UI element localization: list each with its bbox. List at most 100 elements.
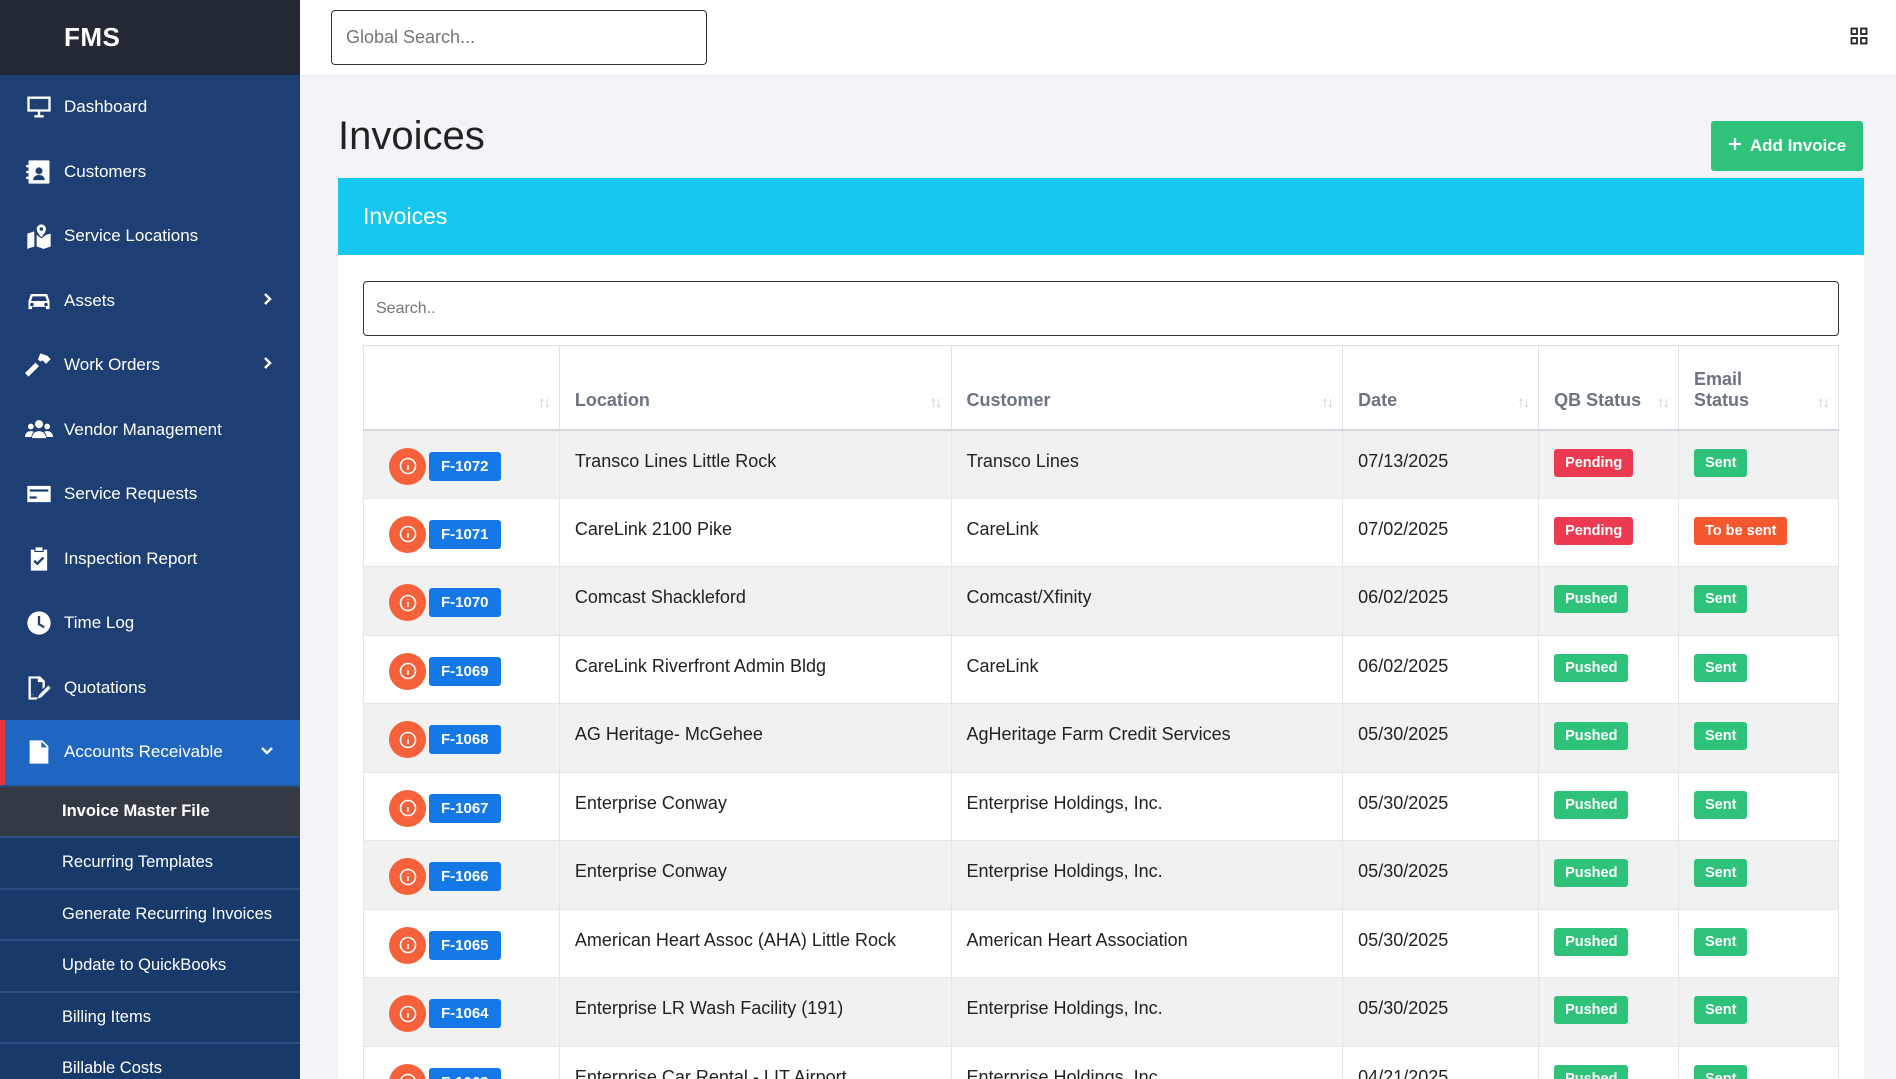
location-cell: Enterprise Car Rental - LIT Airport xyxy=(558,1045,952,1079)
invoices-table: ↑↓ Location ↑↓ Customer ↑↓ Date ↑↓ QB Statu… xyxy=(363,345,1839,1079)
row-actions-cell: F-1066 xyxy=(363,840,560,910)
info-icon[interactable] xyxy=(389,1063,426,1079)
qb-status-badge: Pushed xyxy=(1554,927,1629,956)
table-row[interactable]: F-1072 Transco Lines Little Rock Transco L… xyxy=(363,429,1839,499)
email-status-cell: Sent xyxy=(1678,840,1839,910)
info-icon[interactable] xyxy=(389,721,426,758)
table-row[interactable]: F-1070 Comcast Shackleford Comcast/Xfinity… xyxy=(363,566,1839,636)
invoice-number-badge[interactable]: F-1067 xyxy=(429,793,501,823)
table-row[interactable]: F-1071 CareLink 2100 Pike CareLink 07/02/20… xyxy=(363,497,1839,567)
credit-card-icon xyxy=(24,479,54,509)
sidebar-item-service-locations[interactable]: Service Locations xyxy=(0,204,300,269)
sort-icon: ↑↓ xyxy=(1657,393,1670,411)
sidebar-item-accounts-receivable[interactable]: Accounts Receivable xyxy=(0,720,300,785)
invoice-number-badge[interactable]: F-1065 xyxy=(429,930,501,960)
info-icon[interactable] xyxy=(389,447,426,485)
hammer-icon xyxy=(24,350,54,380)
email-status-cell: Sent xyxy=(1678,566,1839,636)
qb-status-badge: Pushed xyxy=(1554,859,1629,887)
brand-logo-text[interactable]: FMS xyxy=(64,22,120,53)
email-status-badge: Sent xyxy=(1694,722,1748,750)
clock-icon xyxy=(24,608,54,638)
apps-grid-icon[interactable] xyxy=(1850,27,1868,45)
monitor-icon xyxy=(24,92,54,122)
invoice-number-badge[interactable]: F-1071 xyxy=(429,519,501,549)
date-cell: 07/13/2025 xyxy=(1342,429,1540,499)
map-location-icon xyxy=(24,221,54,251)
sidebar-subitem-recurring-templates[interactable]: Recurring Templates xyxy=(0,836,300,888)
table-row[interactable]: F-1063 Enterprise Car Rental - LIT Airpor… xyxy=(363,1045,1839,1079)
sidebar-item-vendor-management[interactable]: Vendor Management xyxy=(0,398,300,463)
qb-status-cell: Pushed xyxy=(1538,566,1680,636)
sidebar-subitem-update-to-quickbooks[interactable]: Update to QuickBooks xyxy=(0,939,300,991)
signature-icon xyxy=(24,673,54,703)
sidebar-subitem-billable-costs[interactable]: Billable Costs xyxy=(0,1042,300,1079)
date-cell: 05/30/2025 xyxy=(1342,703,1540,773)
invoice-number-badge[interactable]: F-1072 xyxy=(429,451,501,481)
column-header-actions[interactable]: ↑↓ xyxy=(363,345,560,431)
date-cell: 04/21/2025 xyxy=(1342,1045,1540,1079)
table-row[interactable]: F-1066 Enterprise Conway Enterprise Holdin… xyxy=(363,840,1839,910)
email-status-badge: To be sent xyxy=(1694,516,1788,545)
sidebar-item-label: Assets xyxy=(64,290,116,310)
info-icon[interactable] xyxy=(389,789,426,827)
sidebar-item-customers[interactable]: Customers xyxy=(0,140,300,205)
sort-icon: ↑↓ xyxy=(1321,393,1334,411)
sidebar-item-time-log[interactable]: Time Log xyxy=(0,591,300,656)
column-header-location[interactable]: Location ↑↓ xyxy=(558,345,952,431)
table-search-input[interactable] xyxy=(363,281,1839,336)
email-status-badge: Sent xyxy=(1694,859,1748,887)
column-header-date[interactable]: Date ↑↓ xyxy=(1342,345,1540,431)
qb-status-cell: Pending xyxy=(1538,497,1680,567)
info-icon[interactable] xyxy=(389,926,426,964)
invoice-number-badge[interactable]: F-1068 xyxy=(429,725,501,754)
location-cell: Enterprise LR Wash Facility (191) xyxy=(558,977,952,1047)
table-row[interactable]: F-1069 CareLink Riverfront Admin Bldg Care… xyxy=(363,634,1839,704)
sidebar-item-work-orders[interactable]: Work Orders xyxy=(0,333,300,398)
location-cell: CareLink Riverfront Admin Bldg xyxy=(558,634,952,704)
email-status-cell: Sent xyxy=(1678,634,1839,704)
info-icon[interactable] xyxy=(389,652,426,690)
sidebar-item-assets[interactable]: Assets xyxy=(0,269,300,334)
column-header-email-status[interactable]: Email Status ↑↓ xyxy=(1678,345,1839,431)
invoice-number-badge[interactable]: F-1066 xyxy=(429,862,501,891)
chevron-down-icon xyxy=(260,742,274,762)
info-icon[interactable] xyxy=(389,858,426,895)
info-icon[interactable] xyxy=(389,515,426,553)
sort-icon: ↑↓ xyxy=(1517,393,1530,411)
table-row[interactable]: F-1068 AG Heritage- McGehee AgHeritage Far… xyxy=(363,703,1839,773)
sidebar-item-dashboard[interactable]: Dashboard xyxy=(0,75,300,140)
sidebar-subitem-generate-recurring-invoices[interactable]: Generate Recurring Invoices xyxy=(0,887,300,939)
global-search-input[interactable] xyxy=(331,10,707,65)
add-invoice-label: Add Invoice xyxy=(1749,136,1847,155)
sidebar-subitem-invoice-master-file[interactable]: Invoice Master File xyxy=(0,784,300,836)
sidebar-item-quotations[interactable]: Quotations xyxy=(0,656,300,721)
table-row[interactable]: F-1064 Enterprise LR Wash Facility (191) E… xyxy=(363,977,1839,1047)
invoice-number-badge[interactable]: F-1069 xyxy=(429,656,501,686)
info-icon[interactable] xyxy=(389,584,426,621)
column-header-customer[interactable]: Customer ↑↓ xyxy=(950,345,1344,431)
sort-icon: ↑↓ xyxy=(537,393,551,411)
date-cell: 06/02/2025 xyxy=(1342,634,1540,704)
sort-icon: ↑↓ xyxy=(929,393,943,411)
sidebar-item-inspection-report[interactable]: Inspection Report xyxy=(0,527,300,592)
invoice-number-badge[interactable]: F-1063 xyxy=(429,1067,501,1079)
invoice-number-badge[interactable]: F-1064 xyxy=(429,999,501,1028)
info-icon[interactable] xyxy=(389,995,426,1032)
customer-cell: Enterprise Holdings, Inc. xyxy=(950,1045,1344,1079)
qb-status-cell: Pending xyxy=(1538,429,1680,499)
sidebar-subitem-billing-items[interactable]: Billing Items xyxy=(0,990,300,1042)
email-status-badge: Sent xyxy=(1694,653,1748,682)
sort-icon: ↑↓ xyxy=(1817,393,1830,411)
chevron-right-icon xyxy=(260,291,274,311)
invoice-number-badge[interactable]: F-1070 xyxy=(429,588,501,617)
sidebar-item-label: Customers xyxy=(64,161,147,181)
column-header-qb-status[interactable]: QB Status ↑↓ xyxy=(1538,345,1680,431)
table-row[interactable]: F-1065 American Heart Assoc (AHA) Little … xyxy=(363,908,1839,978)
table-row[interactable]: F-1067 Enterprise Conway Enterprise Holdin… xyxy=(363,771,1839,841)
add-invoice-button[interactable]: Add Invoice xyxy=(1711,121,1863,171)
email-status-badge: Sent xyxy=(1694,585,1748,613)
customer-cell: Enterprise Holdings, Inc. xyxy=(950,840,1344,910)
sidebar-item-service-requests[interactable]: Service Requests xyxy=(0,462,300,527)
topbar xyxy=(300,0,1896,75)
